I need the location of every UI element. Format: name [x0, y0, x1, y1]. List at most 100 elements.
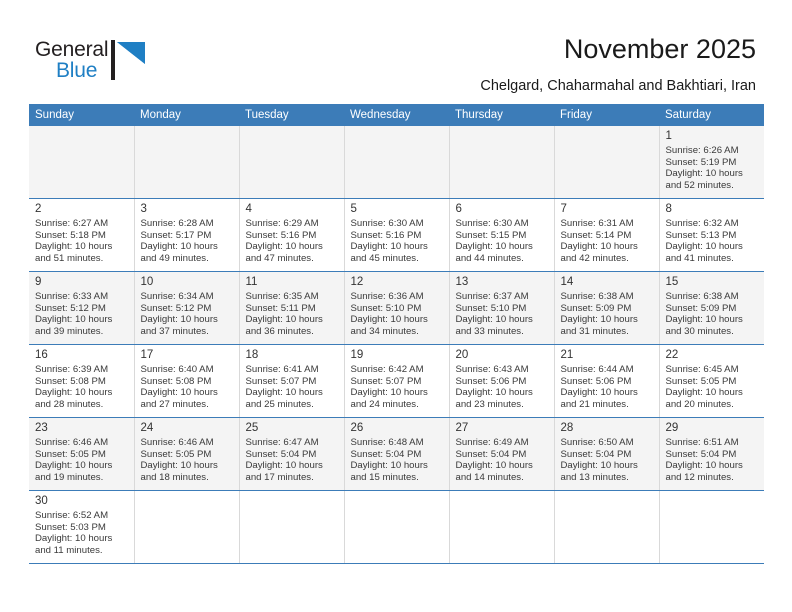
calendar-day-cell[interactable]: 11 Sunrise: 6:35 AM Sunset: 5:11 PM Dayligh…: [239, 271, 345, 345]
calendar-day-cell[interactable]: 25 Sunrise: 6:47 AM Sunset: 5:04 PM Dayligh…: [239, 417, 345, 491]
day-sun-info: Sunrise: 6:35 AM Sunset: 5:11 PM Daylight:…: [240, 291, 344, 337]
calendar-week-row: 2 Sunrise: 6:27 AM Sunset: 5:18 PM Daylight…: [29, 198, 764, 272]
calendar-day-cell[interactable]: 2 Sunrise: 6:27 AM Sunset: 5:18 PM Daylight…: [29, 198, 135, 272]
calendar-day-cell-empty: [239, 126, 345, 199]
calendar-day-cell-empty: [344, 126, 450, 199]
day-daylight-line1-text: Daylight: 10 hours: [665, 241, 743, 253]
calendar-day-cell[interactable]: 26 Sunrise: 6:48 AM Sunset: 5:04 PM Dayligh…: [344, 417, 450, 491]
day-daylight-line2-text: and 21 minutes.: [560, 398, 629, 410]
weekday-header-wednesday: Wednesday: [344, 104, 449, 126]
calendar-day-cell[interactable]: 7 Sunrise: 6:31 AM Sunset: 5:14 PM Daylight…: [554, 198, 660, 272]
day-daylight-line2-text: and 24 minutes.: [350, 398, 419, 410]
day-daylight-line2-text: and 45 minutes.: [350, 252, 419, 264]
calendar-header-row: Sunday Monday Tuesday Wednesday Thursday…: [29, 104, 764, 126]
calendar-day-cell[interactable]: 28 Sunrise: 6:50 AM Sunset: 5:04 PM Dayligh…: [554, 417, 660, 491]
logo-text-blue: Blue: [56, 59, 98, 82]
day-sunset-text: Sunset: 5:08 PM: [140, 375, 212, 387]
calendar-day-cell[interactable]: 20 Sunrise: 6:43 AM Sunset: 5:06 PM Dayligh…: [449, 344, 555, 418]
day-daylight-line1-text: Daylight: 10 hours: [35, 460, 113, 472]
day-sunrise-text: Sunrise: 6:38 AM: [560, 291, 634, 302]
day-number: 20: [455, 349, 469, 361]
calendar-day-cell[interactable]: 23 Sunrise: 6:46 AM Sunset: 5:05 PM Dayligh…: [29, 417, 135, 491]
day-daylight-line1-text: Daylight: 10 hours: [350, 387, 428, 399]
day-sun-info: Sunrise: 6:29 AM Sunset: 5:16 PM Daylight:…: [240, 218, 344, 264]
day-daylight-line2-text: and 39 minutes.: [35, 325, 104, 337]
day-daylight-line1-text: Daylight: 10 hours: [665, 314, 743, 326]
day-daylight-line2-text: and 49 minutes.: [140, 252, 209, 264]
calendar-day-cell[interactable]: 1 Sunrise: 6:26 AM Sunset: 5:19 PM Daylight…: [659, 126, 764, 199]
general-blue-logo[interactable]: General Blue: [35, 38, 155, 86]
day-number: 10: [140, 276, 154, 288]
calendar-day-cell[interactable]: 8 Sunrise: 6:32 AM Sunset: 5:13 PM Daylight…: [659, 198, 764, 272]
day-sun-info: Sunrise: 6:40 AM Sunset: 5:08 PM Daylight:…: [135, 364, 239, 410]
day-sunrise-text: Sunrise: 6:29 AM: [245, 218, 319, 229]
day-sunrise-text: Sunrise: 6:40 AM: [140, 364, 214, 375]
day-number: 6: [455, 203, 462, 215]
day-sunrise-text: Sunrise: 6:44 AM: [560, 364, 634, 375]
day-number: 3: [140, 203, 147, 215]
day-sun-info: Sunrise: 6:30 AM Sunset: 5:15 PM Daylight:…: [450, 218, 554, 264]
day-number: 18: [245, 349, 259, 361]
weekday-header-thursday: Thursday: [449, 104, 554, 126]
day-sunset-text: Sunset: 5:18 PM: [35, 229, 106, 241]
day-sun-info: Sunrise: 6:28 AM Sunset: 5:17 PM Daylight:…: [135, 218, 239, 264]
day-sunrise-text: Sunrise: 6:34 AM: [140, 291, 214, 302]
calendar-day-cell[interactable]: 3 Sunrise: 6:28 AM Sunset: 5:17 PM Daylight…: [134, 198, 240, 272]
day-daylight-line2-text: and 15 minutes.: [350, 471, 419, 483]
day-sun-info: Sunrise: 6:36 AM Sunset: 5:10 PM Daylight:…: [345, 291, 449, 337]
calendar-day-cell[interactable]: 21 Sunrise: 6:44 AM Sunset: 5:06 PM Dayligh…: [554, 344, 660, 418]
calendar-day-cell[interactable]: 29 Sunrise: 6:51 AM Sunset: 5:04 PM Dayligh…: [659, 417, 764, 491]
calendar-day-cell[interactable]: 22 Sunrise: 6:45 AM Sunset: 5:05 PM Dayligh…: [659, 344, 765, 418]
day-daylight-line2-text: and 51 minutes.: [35, 252, 104, 264]
day-sunset-text: Sunset: 5:07 PM: [245, 375, 317, 387]
calendar-day-cell[interactable]: 6 Sunrise: 6:30 AM Sunset: 5:15 PM Daylight…: [449, 198, 555, 272]
calendar-page: General Blue November 2025 Chelgard, Cha…: [0, 0, 792, 612]
calendar-day-cell[interactable]: 9 Sunrise: 6:33 AM Sunset: 5:12 PM Daylight…: [29, 271, 135, 345]
day-sun-info: Sunrise: 6:33 AM Sunset: 5:12 PM Daylight:…: [29, 291, 134, 337]
calendar-day-cell[interactable]: 24 Sunrise: 6:46 AM Sunset: 5:05 PM Dayligh…: [134, 417, 240, 491]
calendar-day-cell[interactable]: 4 Sunrise: 6:29 AM Sunset: 5:16 PM Daylight…: [239, 198, 345, 272]
calendar-day-cell[interactable]: 18 Sunrise: 6:41 AM Sunset: 5:07 PM Dayligh…: [239, 344, 345, 418]
day-number: 19: [350, 349, 364, 361]
calendar-day-cell[interactable]: 19 Sunrise: 6:42 AM Sunset: 5:07 PM Dayligh…: [344, 344, 450, 418]
calendar-day-cell[interactable]: 14 Sunrise: 6:38 AM Sunset: 5:09 PM Dayligh…: [554, 271, 660, 345]
day-number: 11: [245, 276, 258, 288]
calendar-day-cell[interactable]: 30 Sunrise: 6:52 AM Sunset: 5:03 PM Dayligh…: [29, 490, 135, 564]
day-daylight-line1-text: Daylight: 10 hours: [350, 314, 428, 326]
day-daylight-line2-text: and 12 minutes.: [665, 471, 734, 483]
calendar-day-cell[interactable]: 15 Sunrise: 6:38 AM Sunset: 5:09 PM Dayligh…: [659, 271, 764, 345]
day-sun-info: Sunrise: 6:47 AM Sunset: 5:04 PM Daylight:…: [240, 437, 344, 483]
calendar-day-cell[interactable]: 10 Sunrise: 6:34 AM Sunset: 5:12 PM Dayligh…: [134, 271, 240, 345]
day-sunset-text: Sunset: 5:05 PM: [140, 448, 212, 460]
day-sun-info: Sunrise: 6:34 AM Sunset: 5:12 PM Daylight:…: [135, 291, 239, 337]
calendar-day-cell[interactable]: 17 Sunrise: 6:40 AM Sunset: 5:08 PM Dayligh…: [134, 344, 240, 418]
calendar-day-cell[interactable]: 13 Sunrise: 6:37 AM Sunset: 5:10 PM Dayligh…: [449, 271, 555, 345]
day-sunrise-text: Sunrise: 6:26 AM: [665, 145, 739, 156]
day-sunset-text: Sunset: 5:15 PM: [455, 229, 527, 241]
weekday-header-sunday: Sunday: [29, 104, 134, 126]
day-sun-info: Sunrise: 6:52 AM Sunset: 5:03 PM Daylight:…: [29, 510, 134, 556]
calendar-day-cell[interactable]: 12 Sunrise: 6:36 AM Sunset: 5:10 PM Dayligh…: [344, 271, 450, 345]
day-sun-info: Sunrise: 6:39 AM Sunset: 5:08 PM Daylight:…: [29, 364, 134, 410]
calendar-day-cell-empty: [134, 490, 240, 564]
day-sunrise-text: Sunrise: 6:38 AM: [665, 291, 739, 302]
calendar-day-cell-empty: [344, 490, 450, 564]
day-sun-info: Sunrise: 6:31 AM Sunset: 5:14 PM Daylight:…: [555, 218, 659, 264]
day-sunrise-text: Sunrise: 6:36 AM: [350, 291, 424, 302]
day-sunset-text: Sunset: 5:11 PM: [245, 302, 316, 314]
day-sun-info: Sunrise: 6:37 AM Sunset: 5:10 PM Daylight:…: [450, 291, 554, 337]
day-sunrise-text: Sunrise: 6:42 AM: [350, 364, 424, 375]
day-number: 15: [665, 276, 679, 288]
calendar-day-cell[interactable]: 27 Sunrise: 6:49 AM Sunset: 5:04 PM Dayligh…: [449, 417, 555, 491]
day-daylight-line1-text: Daylight: 10 hours: [245, 460, 323, 472]
calendar-day-cell[interactable]: 16 Sunrise: 6:39 AM Sunset: 5:08 PM Dayligh…: [29, 344, 135, 418]
day-daylight-line2-text: and 28 minutes.: [35, 398, 104, 410]
day-daylight-line1-text: Daylight: 10 hours: [35, 387, 113, 399]
day-sunset-text: Sunset: 5:04 PM: [455, 448, 527, 460]
calendar-day-cell[interactable]: 5 Sunrise: 6:30 AM Sunset: 5:16 PM Daylight…: [344, 198, 450, 272]
day-sunrise-text: Sunrise: 6:45 AM: [665, 364, 739, 375]
page-title: November 2025: [563, 34, 756, 64]
day-sun-info: Sunrise: 6:45 AM Sunset: 5:05 PM Daylight:…: [660, 364, 765, 410]
calendar-week-row: 30 Sunrise: 6:52 AM Sunset: 5:03 PM Dayligh…: [29, 490, 764, 564]
day-number: 21: [560, 349, 574, 361]
